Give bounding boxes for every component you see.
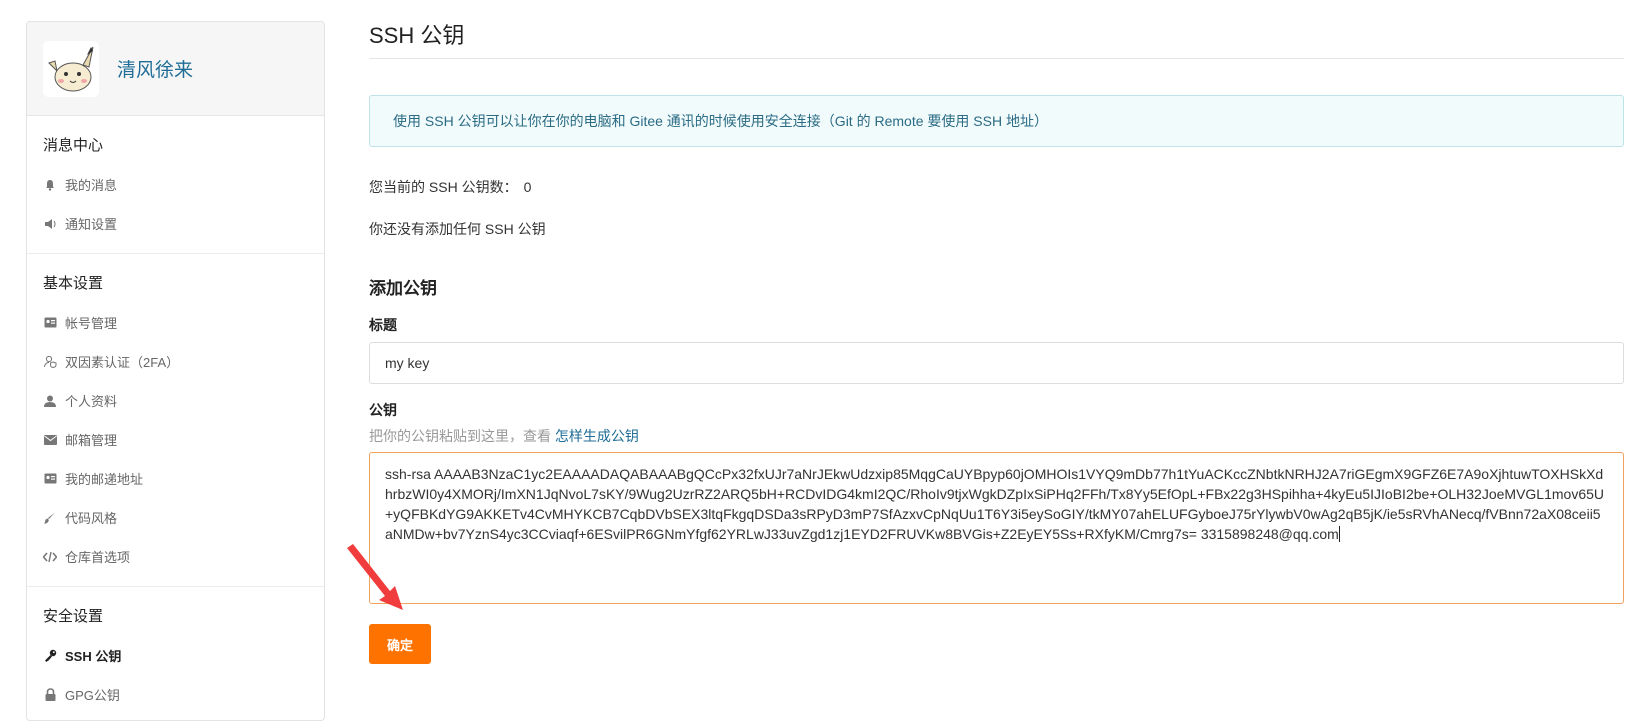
- sidebar-item-label: 仓库首选项: [65, 550, 131, 565]
- how-to-generate-key-link[interactable]: 怎样生成公钥: [555, 428, 639, 444]
- username[interactable]: 清风徐来: [117, 55, 193, 82]
- title-input[interactable]: [369, 342, 1624, 384]
- sidebar-item[interactable]: 帐号管理: [27, 303, 324, 342]
- envelope-icon: [43, 433, 57, 447]
- key-hint-text: 把你的公钥粘贴到这里，查看: [369, 428, 551, 444]
- sidebar-section: 基本设置帐号管理双因素认证（2FA） 个人资料邮箱管理我的邮递地址 代码风格仓库首选…: [27, 254, 324, 587]
- sidebar-item-label: 我的消息: [65, 178, 118, 193]
- confirm-button[interactable]: 确定: [369, 624, 431, 664]
- text-cursor: [1338, 526, 1340, 542]
- info-alert-text: 使用 SSH 公钥可以让你在你的电脑和 Gitee 通讯的时候使用安全连接（Gi…: [393, 113, 1048, 129]
- pikachu-avatar-icon: [43, 40, 99, 97]
- user-icon: [43, 394, 57, 408]
- sidebar-section-title: 安全设置: [43, 608, 104, 625]
- sidebar-item-label: GPG公钥: [65, 688, 120, 703]
- sidebar-item-label: 代码风格: [65, 511, 118, 526]
- public-key-textarea[interactable]: ssh-rsa AAAAB3NzaC1yc2EAAAADAQABAAABgQCc…: [369, 452, 1624, 604]
- red-arrow-annotation-icon: [347, 544, 403, 610]
- no-keys-message: 你还没有添加任何 SSH 公钥: [369, 221, 546, 237]
- title-label: 标题: [369, 317, 397, 333]
- main-content: SSH 公钥 使用 SSH 公钥可以让你在你的电脑和 Gitee 通讯的时候使用…: [369, 0, 1624, 664]
- sidebar-item-label: SSH 公钥: [65, 649, 122, 664]
- bell-icon: [43, 178, 57, 192]
- profile-header: 清风徐来: [27, 22, 324, 116]
- sidebar-item[interactable]: 双因素认证（2FA）: [27, 342, 324, 381]
- code-icon: [43, 550, 57, 564]
- sidebar-item[interactable]: SSH 公钥: [27, 636, 324, 675]
- sidebar-item[interactable]: 邮箱管理: [27, 420, 324, 459]
- sidebar-section: 安全设置 SSH 公钥 GPG公钥: [27, 587, 324, 720]
- sidebar-item[interactable]: 个人资料: [27, 381, 324, 420]
- sidebar-item[interactable]: GPG公钥: [27, 675, 324, 714]
- avatar[interactable]: [43, 40, 99, 97]
- sidebar-item-label: 我的邮递地址: [65, 472, 144, 487]
- add-key-heading: 添加公钥: [369, 279, 437, 298]
- user-shield-icon: [43, 355, 57, 369]
- sidebar-item-label: 双因素认证（2FA）: [65, 355, 180, 370]
- key-count-value: 0: [523, 179, 532, 195]
- key-hint: 把你的公钥粘贴到这里，查看 怎样生成公钥: [369, 426, 1624, 446]
- address-card-icon: [43, 472, 57, 486]
- sidebar-section-title: 消息中心: [43, 137, 104, 154]
- info-alert: 使用 SSH 公钥可以让你在你的电脑和 Gitee 通讯的时候使用安全连接（Gi…: [369, 95, 1624, 147]
- id-card-icon: [43, 316, 57, 330]
- speaker-icon: [43, 217, 57, 231]
- settings-sidebar: 清风徐来 消息中心我的消息通知设置基本设置帐号管理双因素认证（2FA） 个人资料邮…: [26, 21, 325, 721]
- sidebar-item-label: 个人资料: [65, 394, 118, 409]
- brush-icon: [43, 511, 57, 525]
- sidebar-item[interactable]: 通知设置: [27, 204, 324, 243]
- sidebar-section: 消息中心我的消息通知设置: [27, 116, 324, 254]
- key-icon: [43, 649, 57, 663]
- sidebar-item-label: 帐号管理: [65, 316, 118, 331]
- key-label: 公钥: [369, 402, 397, 418]
- sidebar-item-label: 通知设置: [65, 217, 118, 232]
- lock-icon: [43, 688, 57, 702]
- key-count-line: 您当前的 SSH 公钥数： 0: [369, 177, 1624, 197]
- page-title: SSH 公钥: [369, 18, 1624, 59]
- sidebar-item[interactable]: 我的消息: [27, 165, 324, 204]
- sidebar-item[interactable]: 仓库首选项: [27, 537, 324, 576]
- public-key-value: ssh-rsa AAAAB3NzaC1yc2EAAAADAQABAAABgQCc…: [385, 466, 1605, 542]
- sidebar-menu: 消息中心 我的消息 通知设置 基本设置 帐号管理 双因素认证（2FA） 个人资料 邮箱管理 我的…: [27, 116, 324, 720]
- sidebar-section-title: 基本设置: [43, 275, 104, 292]
- key-count-label: 您当前的 SSH 公钥数：: [369, 179, 518, 195]
- sidebar-item[interactable]: 代码风格: [27, 498, 324, 537]
- sidebar-item-label: 邮箱管理: [65, 433, 118, 448]
- sidebar-item[interactable]: 我的邮递地址: [27, 459, 324, 498]
